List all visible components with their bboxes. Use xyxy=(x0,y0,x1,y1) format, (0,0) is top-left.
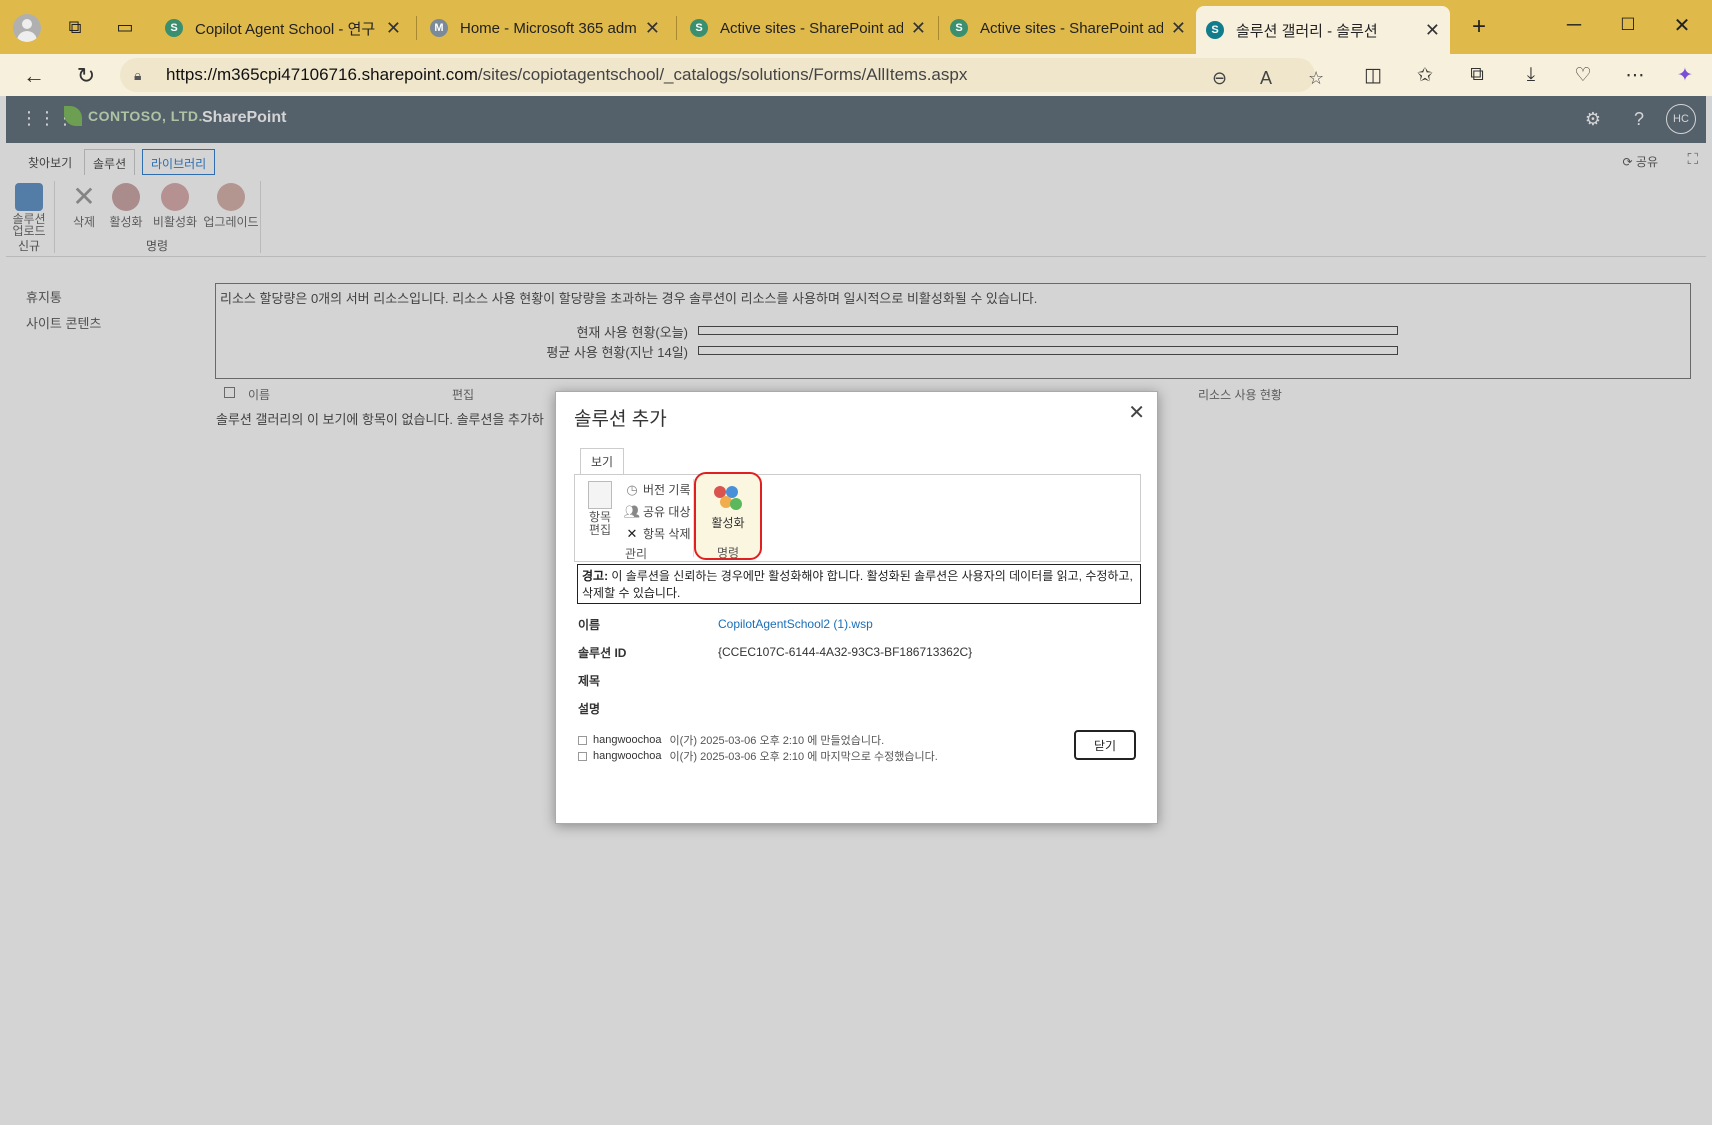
manage-group-label: 관리 xyxy=(625,547,648,561)
presence-checkbox xyxy=(578,735,587,745)
solution-id-value: {CCEC107C-6144-4A32-93C3-BF186713362C} xyxy=(718,645,973,659)
browser-tab-bar: ⧉ ▭ S Copilot Agent School - 연구 5 ✕ M Ho… xyxy=(0,0,1712,54)
edit-item-icon xyxy=(588,481,612,509)
copilot-icon[interactable]: ✦ xyxy=(1670,60,1700,90)
refresh-icon[interactable]: ↻ xyxy=(70,60,102,92)
close-tab-icon[interactable]: ✕ xyxy=(1425,20,1440,41)
activate-label: 활성화 xyxy=(711,516,745,530)
maximize-icon[interactable]: ☐ xyxy=(1608,10,1648,40)
read-aloud-icon[interactable]: A xyxy=(1260,68,1272,89)
edit-item-label: 항목 편집 xyxy=(588,510,612,537)
dialog-tab-view[interactable]: 보기 xyxy=(580,448,624,474)
browser-tab-1[interactable]: S Copilot Agent School - 연구 5 ✕ xyxy=(155,8,411,48)
version-history-icon: ◷ xyxy=(626,481,638,497)
delete-item-label: 항목 삭제 xyxy=(643,527,691,541)
minimize-icon[interactable]: ─ xyxy=(1554,10,1594,40)
close-tab-icon[interactable]: ✕ xyxy=(911,18,926,39)
shared-with-label: 공유 대상 xyxy=(643,505,691,519)
back-icon[interactable]: ← xyxy=(18,60,50,92)
workspaces-icon[interactable]: ⧉ xyxy=(62,14,88,40)
address-bar-row: ← ↻ 🔒︎ https://m365cpi47106716.sharepoin… xyxy=(0,54,1712,96)
tab-title: 솔루션 갤러리 - 솔루션 xyxy=(1236,22,1378,40)
zoom-out-icon[interactable]: ⊖ xyxy=(1212,68,1227,89)
name-label: 이름 xyxy=(578,618,601,632)
people-icon: 👥︎ xyxy=(623,503,641,519)
collections-icon[interactable]: ⧉ xyxy=(1462,60,1492,90)
sharepoint-favicon-icon: S xyxy=(690,19,708,37)
warning-box: 경고: 이 솔루션을 신뢰하는 경우에만 활성화해야 합니다. 활성화된 솔루션… xyxy=(577,564,1141,604)
delete-item-button[interactable]: ✕ 항목 삭제 xyxy=(625,525,691,542)
modified-text: 이(가) 2025-03-06 오후 2:10 에 마지막으로 수정했습니다. xyxy=(669,751,938,763)
browser-essentials-icon[interactable]: ♡ xyxy=(1568,60,1598,90)
close-tab-icon[interactable]: ✕ xyxy=(386,18,401,39)
tab-title: Active sites - SharePoint adm xyxy=(980,19,1163,37)
presence-checkbox xyxy=(578,751,587,761)
browser-tab-5-active[interactable]: S 솔루션 갤러리 - 솔루션 ✕ xyxy=(1196,6,1450,54)
lock-icon: 🔒︎ xyxy=(134,67,142,83)
close-tab-icon[interactable]: ✕ xyxy=(1171,18,1186,39)
favorite-star-icon[interactable]: ☆ xyxy=(1308,68,1324,89)
modified-info: hangwoochoa 이(가) 2025-03-06 오후 2:10 에 마지… xyxy=(578,748,938,764)
browser-tab-4[interactable]: S Active sites - SharePoint adm ✕ xyxy=(940,8,1196,48)
tab-title: Active sites - SharePoint adm xyxy=(720,19,903,37)
window-close-icon[interactable]: ✕ xyxy=(1662,10,1702,40)
activate-solution-button[interactable]: 활성화 명령 xyxy=(694,472,762,560)
more-options-icon[interactable]: ⋯ xyxy=(1620,60,1650,90)
edit-item-button[interactable]: 항목 편집 xyxy=(585,481,615,537)
dialog-ribbon: 항목 편집 ◷ 버전 기록 👥︎ 공유 대상 ✕ 항목 삭제 관리 xyxy=(574,474,1141,562)
sharepoint-favicon-icon: S xyxy=(165,19,183,37)
created-info: hangwoochoa 이(가) 2025-03-06 오후 2:10 에 만들… xyxy=(578,732,884,748)
m365-favicon-icon: M xyxy=(430,19,448,37)
browser-tab-2[interactable]: M Home - Microsoft 365 admin ✕ xyxy=(420,8,670,48)
url-host: https://m365cpi47106716.sharepoint.com xyxy=(166,65,478,84)
add-solution-dialog: 솔루션 추가 ✕ 보기 항목 편집 ◷ 버전 기록 👥︎ 공유 대상 ✕ 항목 … xyxy=(555,391,1158,824)
solution-id-label: 솔루션 ID xyxy=(578,646,627,660)
favorites-icon[interactable]: ✩ xyxy=(1410,60,1440,90)
description-label: 설명 xyxy=(578,702,601,716)
close-button[interactable]: 닫기 xyxy=(1074,730,1136,760)
title-label: 제목 xyxy=(578,674,601,688)
browser-tab-3[interactable]: S Active sites - SharePoint adm ✕ xyxy=(680,8,936,48)
shared-with-button[interactable]: 👥︎ 공유 대상 xyxy=(623,503,691,520)
split-screen-icon[interactable]: ◫ xyxy=(1358,60,1388,90)
profile-avatar[interactable] xyxy=(13,14,41,42)
version-history-label: 버전 기록 xyxy=(643,483,691,497)
warning-text: 이 솔루션을 신뢰하는 경우에만 활성화해야 합니다. 활성화된 솔루션은 사용… xyxy=(582,569,1133,600)
created-text: 이(가) 2025-03-06 오후 2:10 에 만들었습니다. xyxy=(669,735,885,747)
activate-icon xyxy=(714,484,744,514)
commands-group-label: 명령 xyxy=(716,546,740,560)
sharepoint-favicon-icon: S xyxy=(1206,21,1224,39)
tab-title: Home - Microsoft 365 admin xyxy=(460,19,637,37)
new-tab-icon[interactable]: + xyxy=(1466,13,1492,40)
close-tab-icon[interactable]: ✕ xyxy=(645,18,660,39)
modified-user[interactable]: hangwoochoa xyxy=(593,750,662,762)
created-user[interactable]: hangwoochoa xyxy=(593,734,662,746)
tab-title: Copilot Agent School - 연구 5 xyxy=(195,20,378,38)
dialog-title: 솔루션 추가 xyxy=(574,409,667,430)
solution-name-link[interactable]: CopilotAgentSchool2 (1).wsp xyxy=(718,617,873,631)
dialog-close-icon[interactable]: ✕ xyxy=(1128,400,1145,425)
delete-x-icon: ✕ xyxy=(626,525,638,541)
warning-label: 경고: xyxy=(582,569,609,583)
version-history-button[interactable]: ◷ 버전 기록 xyxy=(625,481,691,498)
url-field[interactable]: 🔒︎ https://m365cpi47106716.sharepoint.co… xyxy=(120,58,1324,92)
url-path: /sites/copiotagentschool/_catalogs/solut… xyxy=(477,65,968,84)
tab-actions-icon[interactable]: ▭ xyxy=(112,14,138,40)
sharepoint-favicon-icon: S xyxy=(950,19,968,37)
downloads-icon[interactable]: ⤓ xyxy=(1516,60,1546,90)
